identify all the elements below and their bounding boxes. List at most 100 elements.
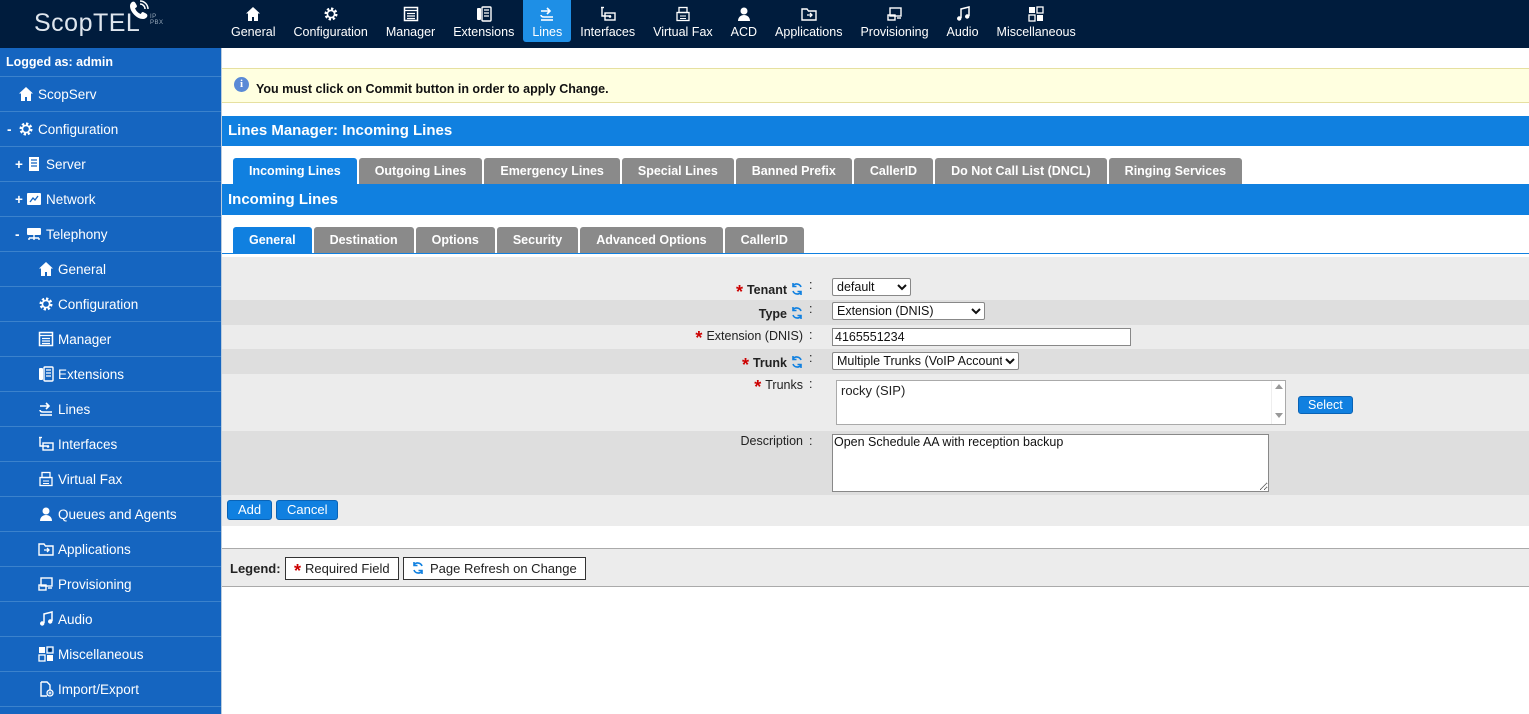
collapse-toggle[interactable]: - [7,122,17,137]
sidebar-item-label: ScopServ [38,86,97,102]
sidebar-item-configuration[interactable]: Configuration [0,287,221,322]
section-title: Incoming Lines [222,185,1529,215]
topnav-label: Miscellaneous [996,25,1076,39]
sidebar-item-label: Import/Export [58,681,140,697]
legend-required: * Required Field [285,557,399,581]
trunks-list-item[interactable]: rocky (SIP) [841,383,1285,398]
sidebar-item-scopserv[interactable]: ScopServ [0,77,221,112]
trunk-label: * Trunk [742,355,803,376]
topnav-manager[interactable]: Manager [377,0,444,42]
cancel-button[interactable]: Cancel [276,500,339,520]
tab-emergency-lines[interactable]: Emergency Lines [484,158,620,185]
trunks-listbox[interactable]: rocky (SIP) [836,380,1286,425]
sidebar-item-server[interactable]: + Server [0,147,221,182]
tenant-row: * Tenant : default [222,277,1529,302]
sidebar-item-queues-and-agents[interactable]: Queues and Agents [0,497,221,532]
subtab-general[interactable]: General [233,227,312,254]
extension-input[interactable] [832,328,1131,346]
topnav-label: Virtual Fax [653,25,713,39]
type-select[interactable]: Extension (DNIS) [832,302,985,320]
expand-toggle[interactable]: + [15,157,25,172]
subtab-security[interactable]: Security [496,227,579,254]
collapse-toggle[interactable]: - [15,227,25,242]
topnav-applications[interactable]: Applications [766,0,851,42]
topnav-acd[interactable]: ACD [722,0,766,42]
listbox-scrollbar[interactable] [1271,381,1285,424]
tab-ringing-services[interactable]: Ringing Services [1108,158,1243,185]
topnav-provisioning[interactable]: Provisioning [851,0,937,42]
subtab-advanced-options[interactable]: Advanced Options [580,227,723,254]
trunk-select[interactable]: Multiple Trunks (VoIP Account) [832,352,1019,370]
network-icon [25,191,42,208]
tab-banned-prefix[interactable]: Banned Prefix [735,158,852,185]
refresh-icon [412,560,424,581]
window-icon [37,331,54,348]
subtab-options[interactable]: Options [415,227,495,254]
tab-outgoing-lines[interactable]: Outgoing Lines [358,158,483,185]
home-icon [37,261,54,278]
topnav-extensions[interactable]: Extensions [444,0,523,42]
telephony-icon [25,226,42,243]
gear-icon [323,4,339,24]
sidebar-item-manager[interactable]: Manager [0,322,221,357]
tab-do-not-call-list-dncl[interactable]: Do Not Call List (DNCL) [935,158,1107,185]
extension-label-text: Extension (DNIS) [706,329,803,343]
sidebar-item-lines[interactable]: Lines [0,392,221,427]
topnav-general[interactable]: General [222,0,284,42]
trunks-label: * Trunks [754,377,803,398]
description-textarea[interactable]: Open Schedule AA with reception backup [832,434,1269,492]
topnav-virtual-fax[interactable]: Virtual Fax [644,0,722,42]
select-trunks-button[interactable]: Select [1298,396,1353,414]
phone-handset-icon [128,0,150,28]
provisioning-icon [886,4,903,24]
sidebar-item-applications[interactable]: Applications [0,532,221,567]
top-navigation: General Configuration Manager Extensions Lin… [222,0,1085,42]
applications-icon [37,541,54,558]
sidebar-item-label: Network [46,191,96,207]
topnav-label: Lines [532,25,563,39]
scroll-down-icon[interactable] [1275,413,1283,418]
add-button[interactable]: Add [227,500,273,520]
subtab-callerid[interactable]: CallerID [724,227,804,254]
sidebar-item-network[interactable]: + Network [0,182,221,217]
tab-incoming-lines[interactable]: Incoming Lines [233,158,357,185]
logged-user-label: Logged as: admin [0,48,221,77]
expand-toggle[interactable]: + [15,192,25,207]
legend-required-text: Required Field [305,561,390,576]
topnav-interfaces[interactable]: Interfaces [571,0,644,42]
topnav-audio[interactable]: Audio [938,0,988,42]
sidebar-item-virtual-fax[interactable]: Virtual Fax [0,462,221,497]
topnav-configuration[interactable]: Configuration [284,0,376,42]
sidebar-item-configuration[interactable]: - Configuration [0,112,221,147]
scoptel-logo[interactable]: ScopTEL IP PBX [34,0,163,38]
type-label: Type [759,306,803,323]
sidebar-item-label: Queues and Agents [58,506,177,522]
tab-special-lines[interactable]: Special Lines [621,158,734,185]
interfaces-icon [600,4,616,24]
sidebar-item-extensions[interactable]: Extensions [0,357,221,392]
fax-icon [675,4,691,24]
notice-text: You must click on Commit button in order… [256,82,609,96]
legend: Legend: * Required Field Page Refresh on … [222,548,1529,587]
tab-callerid[interactable]: CallerID [853,158,934,185]
type-label-text: Type [758,307,787,321]
sidebar-item-general[interactable]: General [0,252,221,287]
sidebar-item-telephony[interactable]: - Telephony [0,217,221,252]
sidebar-item-audio[interactable]: Audio [0,602,221,637]
sidebar-item-label: Server [46,156,86,172]
scroll-up-icon[interactable] [1275,384,1283,389]
commit-notice: i You must click on Commit button in ord… [222,68,1529,103]
topnav-label: ACD [730,25,758,39]
tenant-select[interactable]: default [832,278,911,296]
subtab-destination[interactable]: Destination [313,227,414,254]
sidebar-item-miscellaneous[interactable]: Miscellaneous [0,637,221,672]
sidebar-item-import-export[interactable]: Import/Export [0,672,221,707]
topnav-miscellaneous[interactable]: Miscellaneous [988,0,1085,42]
misc-icon [37,646,54,663]
phone-icon [476,4,492,24]
topnav-lines[interactable]: Lines [523,0,572,42]
incoming-line-form: * Tenant : default Type : Extension (DNIS… [222,257,1529,526]
sidebar-item-provisioning[interactable]: Provisioning [0,567,221,602]
sidebar-item-interfaces[interactable]: Interfaces [0,427,221,462]
sub-tabs: General Destination Options Security Advance… [233,227,804,254]
